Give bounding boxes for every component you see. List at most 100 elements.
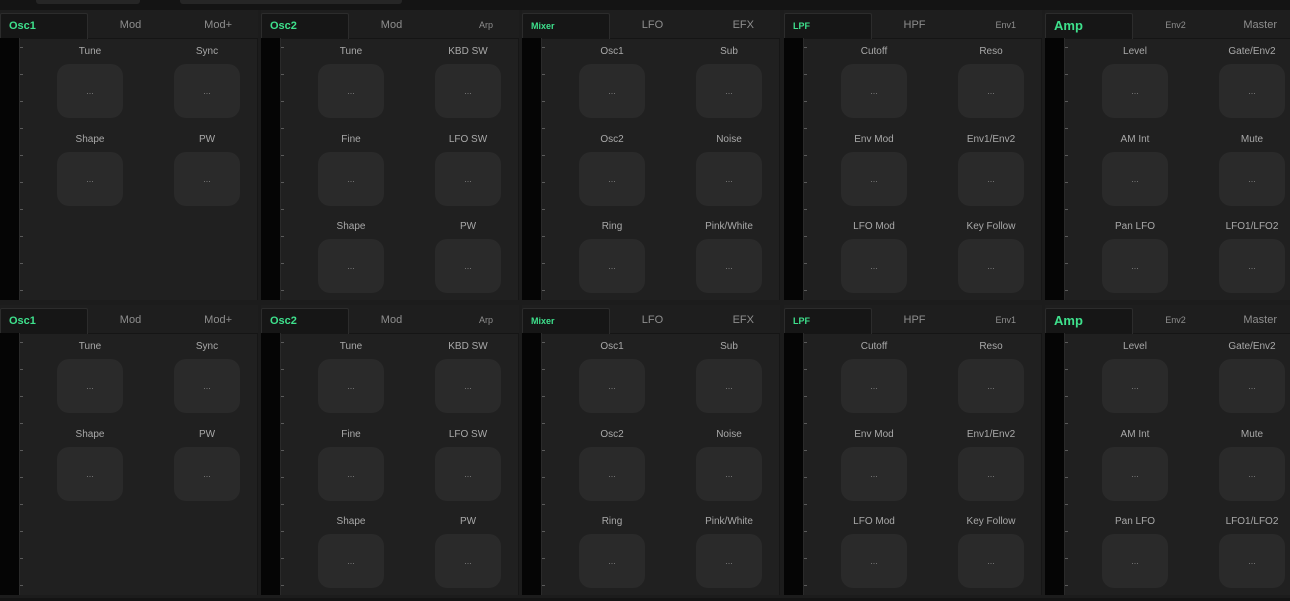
knob-noise[interactable]: ... (696, 152, 762, 206)
knob-reso[interactable]: ... (958, 64, 1024, 118)
tab-master[interactable]: Master (1218, 13, 1290, 39)
tab-mixer[interactable]: Mixer (522, 308, 610, 334)
knob-tune[interactable]: ... (318, 359, 384, 413)
knob-sync[interactable]: ... (174, 64, 240, 118)
ruler-tick (542, 263, 545, 264)
tab-osc1[interactable]: Osc1 (0, 13, 88, 39)
knob-noise[interactable]: ... (696, 447, 762, 501)
tab-amp[interactable]: Amp (1045, 13, 1133, 39)
knob-value: ... (1131, 469, 1139, 479)
tab-lpf[interactable]: LPF (784, 13, 872, 39)
knob-env1-env2[interactable]: ... (958, 152, 1024, 206)
tab-arp[interactable]: Arp (434, 308, 519, 334)
tab-mod[interactable]: Mod (349, 308, 434, 334)
knob-ring[interactable]: ... (579, 534, 645, 588)
knob-tune[interactable]: ... (57, 64, 123, 118)
knob-lfo-mod[interactable]: ... (841, 239, 907, 293)
tab-master[interactable]: Master (1218, 308, 1290, 334)
param-label-noise: Noise (716, 134, 742, 145)
knob-env1-env2[interactable]: ... (958, 447, 1024, 501)
knob-lfo1-lfo2[interactable]: ... (1219, 239, 1285, 293)
knob-pan-lfo[interactable]: ... (1102, 534, 1168, 588)
knob-fine[interactable]: ... (318, 447, 384, 501)
knob-pw[interactable]: ... (435, 534, 501, 588)
section-panel: LPF HPF Env1 Cutoff... Reso... Env Mod... Env1… (784, 305, 1042, 595)
knob-pink-white[interactable]: ... (696, 534, 762, 588)
knob-level[interactable]: ... (1102, 359, 1168, 413)
param-label-sync: Sync (195, 341, 219, 352)
tab-efx[interactable]: EFX (695, 13, 780, 39)
knob-sync[interactable]: ... (174, 359, 240, 413)
ruler-tick (20, 155, 23, 156)
tab-env2[interactable]: Env2 (1133, 308, 1218, 334)
tab-lfo[interactable]: LFO (610, 13, 695, 39)
knob-shape[interactable]: ... (57, 152, 123, 206)
knob-shape[interactable]: ... (318, 534, 384, 588)
knob-tune[interactable]: ... (57, 359, 123, 413)
knob-pw[interactable]: ... (174, 152, 240, 206)
knob-key-follow[interactable]: ... (958, 534, 1024, 588)
knob-lfo1-lfo2[interactable]: ... (1219, 534, 1285, 588)
knob-gate-env2[interactable]: ... (1219, 359, 1285, 413)
knob-osc1[interactable]: ... (579, 64, 645, 118)
tab-lpf[interactable]: LPF (784, 308, 872, 334)
tab-env2[interactable]: Env2 (1133, 13, 1218, 39)
knob-osc2[interactable]: ... (579, 447, 645, 501)
knob-pink-white[interactable]: ... (696, 239, 762, 293)
knob-osc2[interactable]: ... (579, 152, 645, 206)
knob-lfo-mod[interactable]: ... (841, 534, 907, 588)
tab-amp[interactable]: Amp (1045, 308, 1133, 334)
tab-osc2[interactable]: Osc2 (261, 308, 349, 334)
knob-reso[interactable]: ... (958, 359, 1024, 413)
knob-env-mod[interactable]: ... (841, 447, 907, 501)
knob-pw[interactable]: ... (174, 447, 240, 501)
knob-lfo-sw[interactable]: ... (435, 152, 501, 206)
tab-mod[interactable]: Mod (88, 13, 173, 39)
tab-env1[interactable]: Env1 (957, 13, 1042, 39)
knob-key-follow[interactable]: ... (958, 239, 1024, 293)
knob-ring[interactable]: ... (579, 239, 645, 293)
tab-osc2[interactable]: Osc2 (261, 13, 349, 39)
knob-kbd-sw[interactable]: ... (435, 359, 501, 413)
knob-mute[interactable]: ... (1219, 447, 1285, 501)
knob-cutoff[interactable]: ... (841, 359, 907, 413)
knob-fine[interactable]: ... (318, 152, 384, 206)
knob-sub[interactable]: ... (696, 359, 762, 413)
ruler-tick (542, 342, 545, 343)
knob-value: ... (464, 86, 472, 96)
tab-mod-[interactable]: Mod+ (173, 308, 258, 334)
tab-efx[interactable]: EFX (695, 308, 780, 334)
tab-hpf[interactable]: HPF (872, 13, 957, 39)
tab-mixer[interactable]: Mixer (522, 13, 610, 39)
knob-gate-env2[interactable]: ... (1219, 64, 1285, 118)
tab-env1[interactable]: Env1 (957, 308, 1042, 334)
knob-env-mod[interactable]: ... (841, 152, 907, 206)
knob-lfo-sw[interactable]: ... (435, 447, 501, 501)
knob-value: ... (870, 86, 878, 96)
knob-pan-lfo[interactable]: ... (1102, 239, 1168, 293)
tab-osc1[interactable]: Osc1 (0, 308, 88, 334)
knob-level[interactable]: ... (1102, 64, 1168, 118)
knob-tune[interactable]: ... (318, 64, 384, 118)
knob-kbd-sw[interactable]: ... (435, 64, 501, 118)
knob-sub[interactable]: ... (696, 64, 762, 118)
tab-hpf[interactable]: HPF (872, 308, 957, 334)
tab-mod[interactable]: Mod (349, 13, 434, 39)
knob-am-int[interactable]: ... (1102, 447, 1168, 501)
ruler-tick (20, 558, 23, 559)
knob-mute[interactable]: ... (1219, 152, 1285, 206)
tab-mod-[interactable]: Mod+ (173, 13, 258, 39)
knob-cutoff[interactable]: ... (841, 64, 907, 118)
ruler-tick (542, 47, 545, 48)
knob-am-int[interactable]: ... (1102, 152, 1168, 206)
knob-shape[interactable]: ... (318, 239, 384, 293)
param-label-key-follow: Key Follow (966, 221, 1016, 232)
tab-mod[interactable]: Mod (88, 308, 173, 334)
knob-pw[interactable]: ... (435, 239, 501, 293)
knob-value: ... (1131, 556, 1139, 566)
knob-shape[interactable]: ... (57, 447, 123, 501)
tab-lfo[interactable]: LFO (610, 308, 695, 334)
knob-osc1[interactable]: ... (579, 359, 645, 413)
ruler-tick (804, 155, 807, 156)
tab-arp[interactable]: Arp (434, 13, 519, 39)
